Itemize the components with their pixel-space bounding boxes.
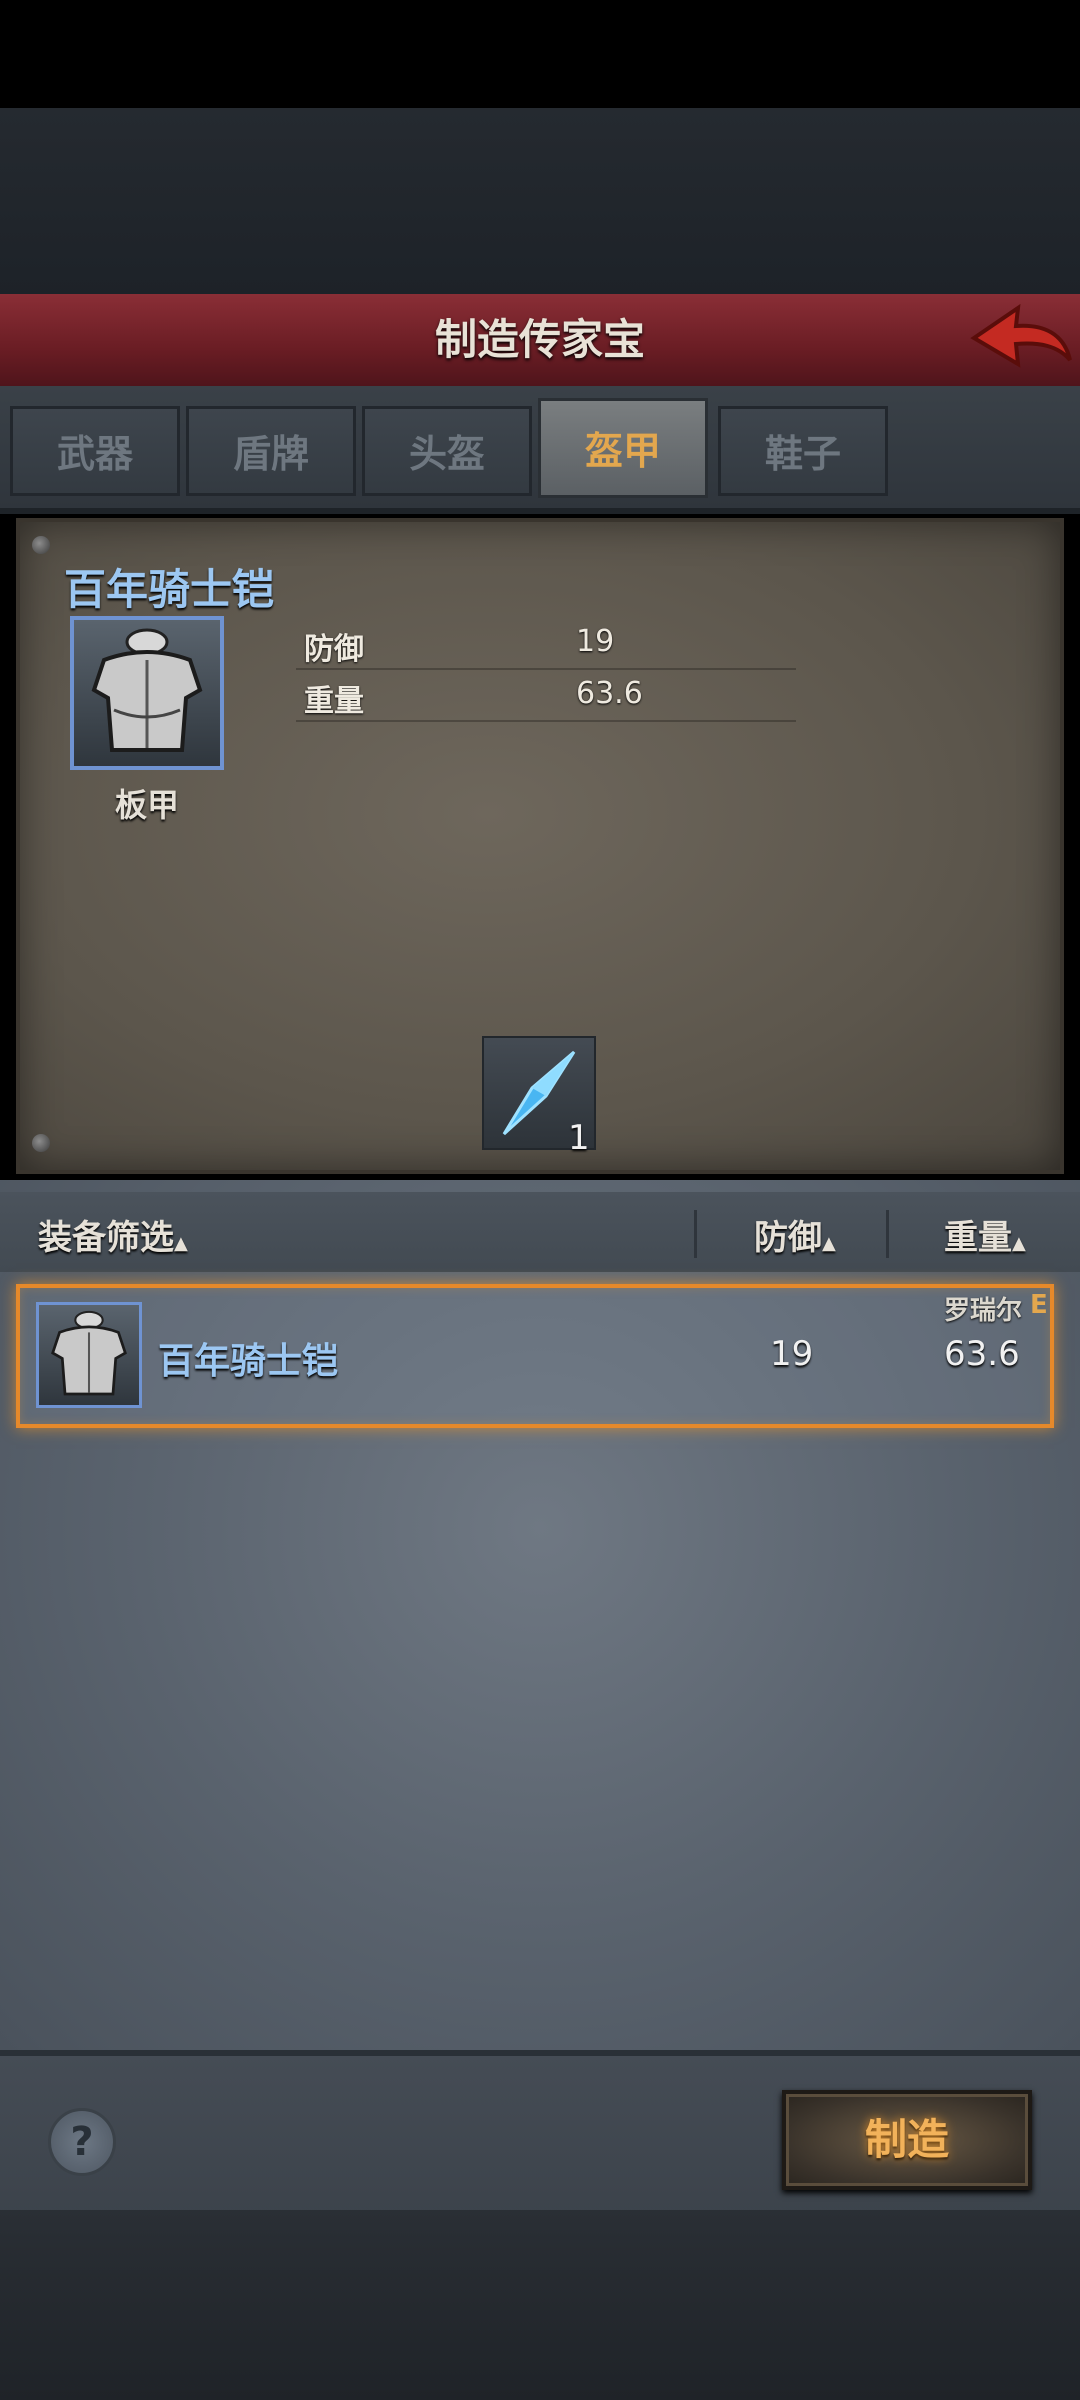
sort-triangle-icon: ▲ [822, 1233, 836, 1254]
header-divider [694, 1210, 697, 1258]
filter-label: 装备筛选 [38, 1218, 174, 1258]
stat-defense-value: 19 [576, 624, 615, 659]
page-title: 制造传家宝 [434, 315, 645, 364]
help-icon[interactable]: ? [48, 2108, 116, 2176]
row-item-name: 百年骑士铠 [158, 1341, 339, 1382]
stat-defense-label: 防御 [304, 632, 364, 667]
back-arrow-icon [970, 303, 1072, 368]
tab-helmet[interactable]: 头盔 [362, 406, 532, 496]
status-bar-area [0, 0, 1080, 108]
tab-armor[interactable]: 盔甲 [538, 398, 708, 498]
row-weight: 63.6 [944, 1334, 1020, 1374]
tab-shoes[interactable]: 鞋子 [718, 406, 888, 496]
sort-triangle-icon: ▲ [1012, 1233, 1026, 1254]
weight-label: 重量 [944, 1218, 1012, 1258]
sort-weight-header[interactable]: 重量▲ [944, 1210, 1026, 1259]
material-count: 1 [568, 1118, 590, 1158]
divider [296, 668, 796, 670]
row-owner: 罗瑞尔 [944, 1296, 1023, 1326]
sort-filter-header[interactable]: 装备筛选▲ [38, 1210, 188, 1259]
background-bottom [0, 2210, 1080, 2400]
rivet-icon [32, 1134, 50, 1152]
divider [296, 720, 796, 722]
tab-shield[interactable]: 盾牌 [186, 406, 356, 496]
tab-weapon[interactable]: 武器 [10, 406, 180, 496]
sort-triangle-icon: ▲ [174, 1233, 188, 1254]
make-button[interactable]: 制造 [782, 2090, 1032, 2190]
row-grade: E [1030, 1290, 1048, 1320]
rivet-icon [32, 536, 50, 554]
header-divider [886, 1210, 889, 1258]
stat-weight-label: 重量 [304, 684, 364, 719]
stat-weight-value: 63.6 [576, 676, 643, 711]
plate-armor-icon [36, 1302, 142, 1408]
defense-label: 防御 [754, 1218, 822, 1258]
back-button[interactable] [966, 300, 1076, 380]
sort-defense-header[interactable]: 防御▲ [754, 1210, 836, 1259]
plate-armor-icon [70, 616, 224, 770]
row-defense: 19 [770, 1334, 814, 1374]
item-type: 板甲 [114, 786, 179, 824]
item-name: 百年骑士铠 [64, 565, 275, 614]
background-top [0, 108, 1080, 298]
